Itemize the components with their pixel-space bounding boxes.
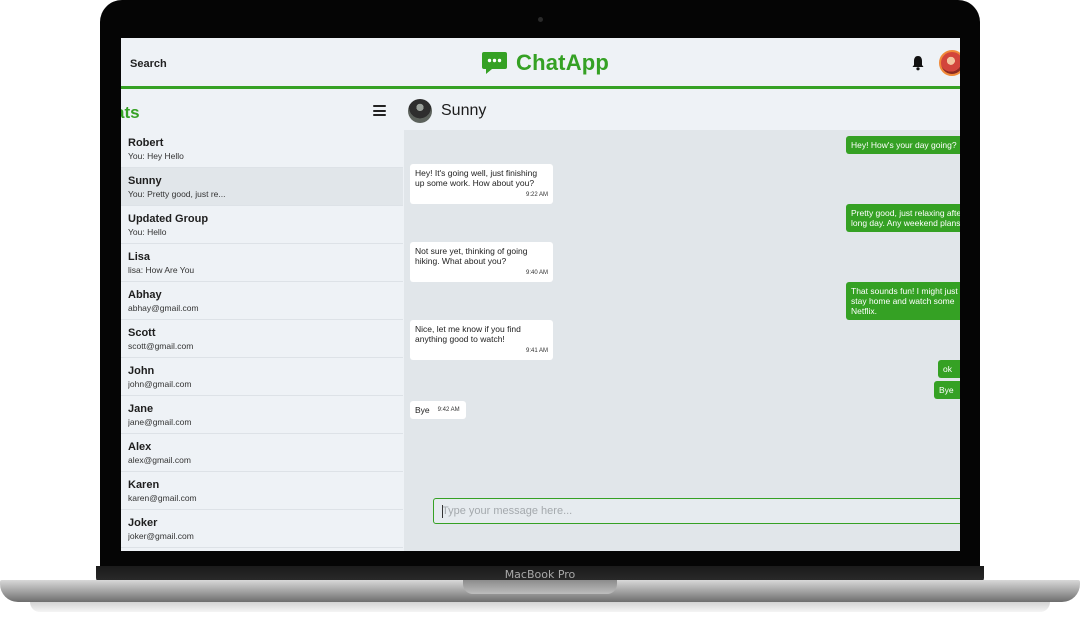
message-incoming: Nice, let me know if you find anything g… bbox=[410, 320, 553, 360]
conversation-header: Sunny bbox=[404, 92, 960, 130]
chat-name: Alex bbox=[128, 441, 152, 453]
message-input[interactable] bbox=[434, 499, 960, 523]
contact-name: Sunny bbox=[441, 102, 487, 119]
laptop-shadow bbox=[30, 602, 1050, 612]
chat-email: joker@gmail.com bbox=[128, 531, 194, 541]
chat-item-lisa[interactable]: Lisa lisa: How Are You bbox=[121, 244, 403, 282]
message-outgoing: Bye bbox=[934, 381, 960, 399]
chat-item-abhay[interactable]: Abhay abhay@gmail.com bbox=[121, 282, 403, 320]
chat-name: Updated Group bbox=[128, 213, 209, 225]
message-outgoing: Pretty good, just relaxing after a long … bbox=[846, 204, 960, 232]
chat-item-jane[interactable]: Jane jane@gmail.com bbox=[121, 396, 403, 434]
chat-name: Scott bbox=[128, 327, 156, 339]
chat-email: jane@gmail.com bbox=[128, 417, 192, 427]
macbook-device: Search ChatApp ats Rob bbox=[0, 0, 1080, 624]
chat-item-robert[interactable]: Robert You: Hey Hello bbox=[121, 130, 403, 168]
chat-email: karen@gmail.com bbox=[128, 493, 197, 503]
message-time: 9:22 AM bbox=[525, 192, 548, 198]
message-incoming: Hey! It's going well, just finishing up … bbox=[410, 164, 553, 204]
chat-name: Abhay bbox=[128, 289, 162, 301]
chat-name: Jane bbox=[128, 403, 154, 415]
chat-email: scott@gmail.com bbox=[128, 341, 194, 351]
chat-sidebar: ats Robert You: Hey Hello Sunny You: Pre… bbox=[121, 92, 403, 551]
chat-preview: lisa: How Are You bbox=[128, 265, 195, 275]
message-text: Hey! It's going well, just finishing up … bbox=[415, 168, 538, 188]
message-text: That sounds fun! I might just stay home … bbox=[851, 286, 958, 316]
hamburger-menu-icon[interactable] bbox=[373, 105, 386, 116]
message-incoming: Bye 9:42 AM bbox=[410, 401, 466, 419]
text-caret bbox=[442, 505, 443, 518]
sidebar-title: ats bbox=[121, 103, 140, 122]
chat-name: Lisa bbox=[128, 251, 151, 263]
message-text: Not sure yet, thinking of going hiking. … bbox=[415, 246, 528, 266]
message-text: Hey! How's your day going? bbox=[851, 140, 957, 150]
message-text: ok bbox=[943, 364, 952, 374]
message-incoming: Not sure yet, thinking of going hiking. … bbox=[410, 242, 553, 282]
chat-email: abhay@gmail.com bbox=[128, 303, 199, 313]
message-list: Hey! How's your day going? Hey! It's goi… bbox=[404, 130, 960, 551]
message-time: 9:40 AM bbox=[525, 270, 548, 276]
message-outgoing: ok bbox=[938, 360, 960, 378]
chat-list: Robert You: Hey Hello Sunny You: Pretty … bbox=[121, 130, 403, 548]
message-outgoing: That sounds fun! I might just stay home … bbox=[846, 282, 960, 320]
chat-item-sunny[interactable]: Sunny You: Pretty good, just re... bbox=[121, 168, 403, 206]
conversation-panel: Sunny Hey! How's your day going? Hey! It… bbox=[404, 92, 960, 551]
chat-item-john[interactable]: John john@gmail.com bbox=[121, 358, 403, 396]
chat-name: Sunny bbox=[128, 175, 162, 187]
camera-dot bbox=[538, 17, 543, 22]
brand-logo: ChatApp bbox=[481, 50, 609, 76]
chat-name: John bbox=[128, 365, 155, 377]
chat-item-alex[interactable]: Alex alex@gmail.com bbox=[121, 434, 403, 472]
message-outgoing: Hey! How's your day going? bbox=[846, 136, 960, 154]
contact-avatar[interactable] bbox=[408, 99, 432, 123]
message-time: 9:41 AM bbox=[525, 348, 548, 354]
chat-name: Robert bbox=[128, 137, 164, 149]
chat-name: Karen bbox=[128, 479, 160, 491]
chat-item-joker[interactable]: Joker joker@gmail.com bbox=[121, 510, 403, 548]
message-text: Pretty good, just relaxing after a long … bbox=[851, 208, 960, 228]
user-avatar[interactable] bbox=[939, 50, 960, 76]
message-composer bbox=[433, 498, 960, 524]
chat-item-karen[interactable]: Karen karen@gmail.com bbox=[121, 472, 403, 510]
message-text: Nice, let me know if you find anything g… bbox=[415, 324, 521, 344]
chat-bubble-icon bbox=[482, 51, 507, 74]
chat-item-updated-group[interactable]: Updated Group You: Hello bbox=[121, 206, 403, 244]
chat-preview: You: Pretty good, just re... bbox=[128, 189, 226, 199]
chat-preview: You: Hello bbox=[128, 227, 167, 237]
message-text: Bye bbox=[415, 405, 430, 415]
app-header: Search ChatApp bbox=[121, 38, 960, 89]
bell-icon[interactable] bbox=[911, 55, 925, 71]
laptop-notch bbox=[463, 580, 617, 594]
brand-name: ChatApp bbox=[516, 50, 610, 75]
chat-item-scott[interactable]: Scott scott@gmail.com bbox=[121, 320, 403, 358]
chat-name: Joker bbox=[128, 517, 158, 529]
message-text: Bye bbox=[939, 385, 954, 395]
chat-email: alex@gmail.com bbox=[128, 455, 191, 465]
search-link[interactable]: Search bbox=[130, 58, 167, 70]
app-screen: Search ChatApp ats Rob bbox=[121, 38, 960, 551]
chat-email: john@gmail.com bbox=[128, 379, 192, 389]
message-time: 9:42 AM bbox=[437, 407, 460, 413]
chat-preview: You: Hey Hello bbox=[128, 151, 184, 161]
